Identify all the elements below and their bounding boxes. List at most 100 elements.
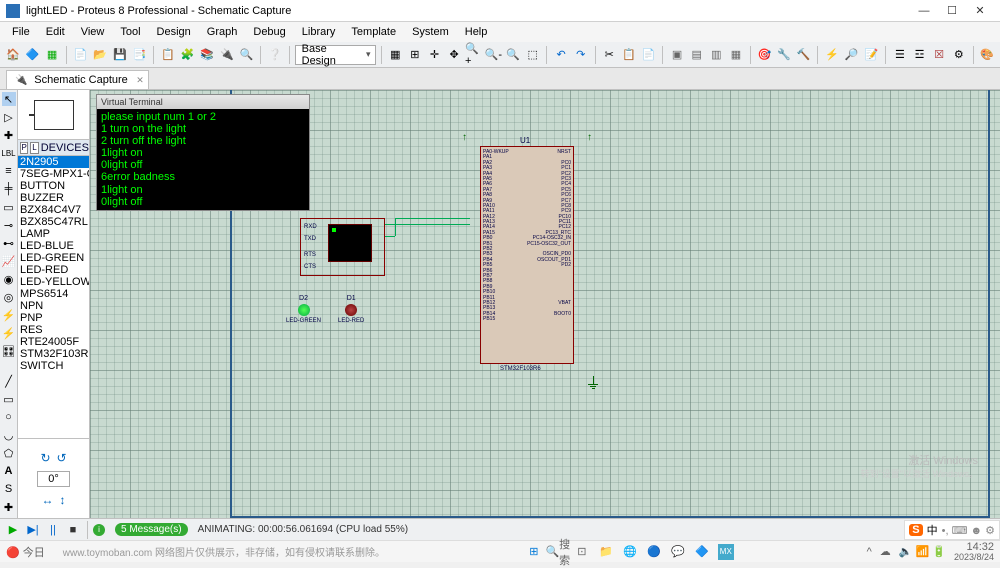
device-item[interactable]: BZX85C47RL: [18, 216, 89, 228]
mcu-chip[interactable]: U1 ↑ ↑ PA0-WKUPPA1PA2PA3PA4PA5PA6PA7PA8P…: [480, 146, 574, 364]
menu-debug[interactable]: Debug: [245, 24, 293, 40]
bom-icon[interactable]: ☰: [891, 45, 909, 65]
symbol-2d-icon[interactable]: S: [2, 482, 16, 496]
property-icon[interactable]: 📝: [863, 45, 881, 65]
text-script-icon[interactable]: ≡: [2, 164, 16, 178]
device-item[interactable]: RTE24005F: [18, 336, 89, 348]
paste-icon[interactable]: 📄: [640, 45, 658, 65]
messages-count[interactable]: 5 Message(s): [115, 523, 188, 536]
tray-up-icon[interactable]: ^: [867, 546, 872, 558]
instrument-icon[interactable]: 🎛: [2, 344, 16, 358]
pin-icon[interactable]: ⊷: [2, 236, 16, 250]
proteus-task-icon[interactable]: 🔷: [694, 544, 710, 560]
tab-schematic[interactable]: Schematic Capture ✕: [6, 70, 149, 89]
rotate-ccw-icon[interactable]: ↻: [40, 451, 50, 465]
device-item[interactable]: LAMP: [18, 228, 89, 240]
block-rotate-icon[interactable]: ▥: [707, 45, 725, 65]
junction-mode-icon[interactable]: ✚: [2, 128, 16, 142]
library-icon[interactable]: 📚: [198, 45, 216, 65]
module-icon[interactable]: 📋: [159, 45, 177, 65]
snap-icon[interactable]: ⊞: [406, 45, 424, 65]
device-item[interactable]: BUTTON: [18, 180, 89, 192]
subcircuit-icon[interactable]: ▭: [2, 200, 16, 214]
flip-v-icon[interactable]: ↕: [60, 493, 66, 507]
pan-icon[interactable]: ✥: [445, 45, 463, 65]
menu-system[interactable]: System: [404, 24, 457, 40]
chrome-icon[interactable]: 🔵: [646, 544, 662, 560]
rotate-cw-icon[interactable]: ↺: [57, 451, 67, 465]
menu-edit[interactable]: Edit: [38, 24, 73, 40]
device-item[interactable]: LED-BLUE: [18, 240, 89, 252]
arc-2d-icon[interactable]: ◡: [2, 428, 16, 442]
menu-design[interactable]: Design: [149, 24, 199, 40]
close-icon[interactable]: 📑: [131, 45, 149, 65]
explorer-icon[interactable]: 📁: [598, 544, 614, 560]
compile-icon[interactable]: ⚙: [950, 45, 968, 65]
device-item[interactable]: MPS6514: [18, 288, 89, 300]
menu-view[interactable]: View: [73, 24, 113, 40]
box-2d-icon[interactable]: ▭: [2, 392, 16, 406]
pick-icon[interactable]: 🎯: [756, 45, 774, 65]
package-icon[interactable]: 🧩: [179, 45, 197, 65]
save-icon[interactable]: 💾: [111, 45, 129, 65]
device-item[interactable]: 2N2905: [18, 156, 89, 168]
open-icon[interactable]: 📂: [91, 45, 109, 65]
component-mode-icon[interactable]: ▷: [2, 110, 16, 124]
help-icon[interactable]: ❔: [266, 45, 284, 65]
device-item[interactable]: PNP: [18, 312, 89, 324]
path-2d-icon[interactable]: ⬠: [2, 446, 16, 460]
device-item[interactable]: NPN: [18, 300, 89, 312]
wire-autoroute-icon[interactable]: ⚡: [823, 45, 841, 65]
menu-graph[interactable]: Graph: [199, 24, 246, 40]
block-delete-icon[interactable]: ▦: [727, 45, 745, 65]
zoom-fit-icon[interactable]: 🔍: [504, 45, 522, 65]
device-item[interactable]: BZX84C4V7: [18, 204, 89, 216]
block-move-icon[interactable]: ▤: [688, 45, 706, 65]
marker-icon[interactable]: ✚: [2, 500, 16, 514]
label-mode-icon[interactable]: LBL: [2, 146, 16, 160]
schematic-icon[interactable]: 🔷: [24, 45, 42, 65]
device-item[interactable]: 7SEG-MPX1-CC: [18, 168, 89, 180]
device-item[interactable]: SWITCH: [18, 360, 89, 372]
pcb-icon[interactable]: ▦: [43, 45, 61, 65]
tape-icon[interactable]: ◉: [2, 272, 16, 286]
device-list[interactable]: 2N29057SEG-MPX1-CCBUTTONBUZZERBZX84C4V7B…: [18, 156, 89, 438]
tray-onedrive-icon[interactable]: ☁: [880, 545, 891, 558]
message-icon[interactable]: i: [93, 524, 105, 536]
flip-h-icon[interactable]: ↔: [42, 493, 54, 507]
tab-close-icon[interactable]: ✕: [136, 75, 144, 86]
ime-bar[interactable]: S 中 •, ⌨ ☻ ⚙: [904, 520, 1000, 540]
probe-v-icon[interactable]: ⚡: [2, 308, 16, 322]
wechat-icon[interactable]: 💬: [670, 544, 686, 560]
menu-tool[interactable]: Tool: [112, 24, 148, 40]
bus-mode-icon[interactable]: ╪: [2, 182, 16, 196]
minimize-button[interactable]: —: [910, 1, 938, 21]
device-item[interactable]: STM32F103R6: [18, 348, 89, 360]
mx-icon[interactable]: MX: [718, 544, 734, 560]
device-item[interactable]: LED-YELLOW: [18, 276, 89, 288]
erc-icon[interactable]: ☲: [911, 45, 929, 65]
virtual-terminal-window[interactable]: Virtual Terminal please input num 1 or 2…: [96, 94, 310, 211]
device-item[interactable]: LED-GREEN: [18, 252, 89, 264]
component-icon[interactable]: 🔌: [218, 45, 236, 65]
redo-icon[interactable]: ↷: [572, 45, 590, 65]
maximize-button[interactable]: ☐: [938, 1, 966, 21]
grid-toggle-icon[interactable]: ▦: [386, 45, 404, 65]
menu-file[interactable]: File: [4, 24, 38, 40]
menu-library[interactable]: Library: [294, 24, 344, 40]
clock-time[interactable]: 14:32: [954, 542, 994, 553]
terminal-icon[interactable]: ⊸: [2, 218, 16, 232]
pick-device-button[interactable]: P: [20, 142, 28, 154]
weather-widget[interactable]: 🔴 今日: [6, 544, 45, 560]
zoom-in-icon[interactable]: 🔍+: [465, 45, 483, 65]
new-icon[interactable]: 📄: [72, 45, 90, 65]
copy-icon[interactable]: 📋: [620, 45, 638, 65]
netlist-icon[interactable]: ☒: [930, 45, 948, 65]
schematic-canvas[interactable]: Virtual Terminal please input num 1 or 2…: [90, 90, 1000, 518]
search-icon[interactable]: 🔍: [238, 45, 256, 65]
generator-icon[interactable]: ◎: [2, 290, 16, 304]
step-button[interactable]: ▶|: [24, 522, 42, 538]
pause-button[interactable]: ||: [44, 522, 62, 538]
uart-component[interactable]: RXD TXD RTS CTS: [300, 218, 385, 276]
device-item[interactable]: RES: [18, 324, 89, 336]
